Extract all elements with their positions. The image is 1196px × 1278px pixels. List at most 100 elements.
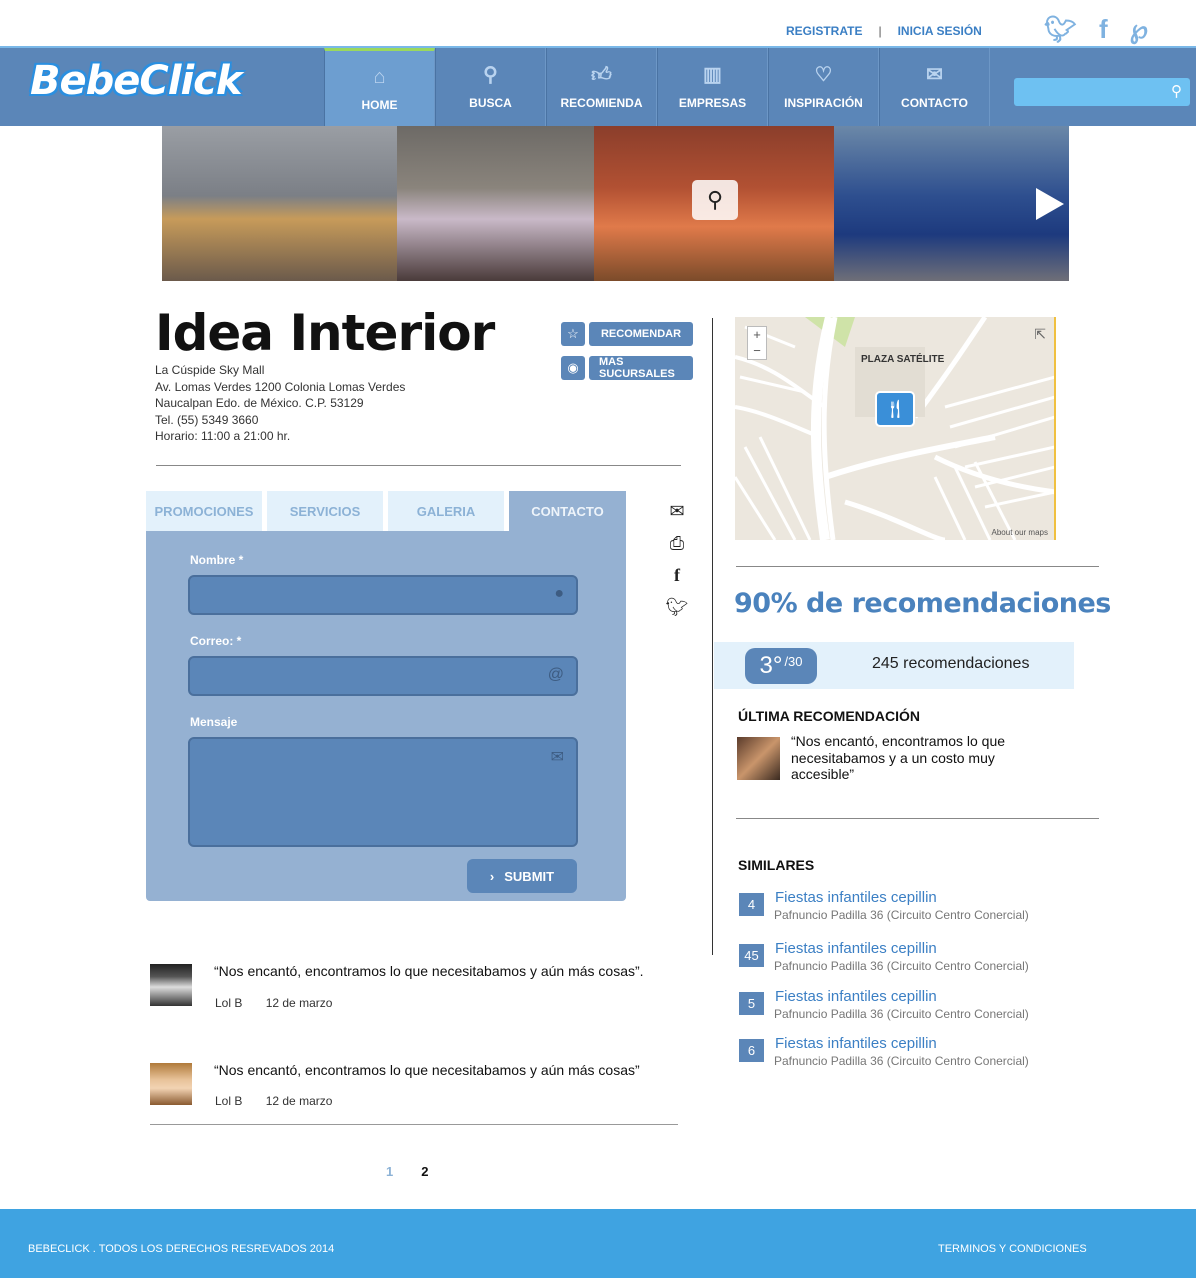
print-icon[interactable]: ⎙ [670,532,684,554]
nav-menu: ⌂ HOME ⚲ BUSCA 👍︎ RECOMIENDA ▥ EMPRESAS … [324,48,990,126]
facebook-icon[interactable]: f [1099,14,1108,45]
store-icon: ▥ [703,64,722,86]
review-meta: Lol B 12 de marzo [215,996,332,1010]
similar-address: Pafnuncio Padilla 36 (Circuito Centro Co… [774,1054,1029,1068]
login-link[interactable]: INICIA SESIÓN [898,24,982,38]
location-map[interactable]: + − ⇱ PLAZA SATÉLITE 🍴︎ About our maps [735,317,1056,540]
pagination: 1 2 [386,1164,428,1179]
review-date: 12 de marzo [265,1094,333,1108]
tab-contacto[interactable]: CONTACTO [509,491,626,531]
similares-heading: SIMILARES [738,857,815,873]
branches-button[interactable]: ◉ MAS SUCURSALES [561,356,693,380]
tab-galeria[interactable]: GALERIA [388,491,504,531]
at-icon: @ [547,666,564,683]
zoom-icon[interactable]: ⚲ [692,180,738,220]
nav-item-home[interactable]: ⌂ HOME [324,48,435,126]
recommend-label: RECOMENDAR [589,322,693,346]
search-icon: ⚲ [483,64,498,86]
similar-address: Pafnuncio Padilla 36 (Circuito Centro Co… [774,959,1029,973]
review-date: 12 de marzo [265,996,333,1010]
email-label: Correo: * [190,634,242,648]
nav-item-label: RECOMIENDA [560,96,643,110]
phone: Tel. (55) 5349 3660 [155,412,259,427]
similar-name[interactable]: Fiestas infantiles cepillin [775,988,937,1005]
similar-name[interactable]: Fiestas infantiles cepillin [775,889,937,906]
review-meta: Lol B 12 de marzo [215,1094,332,1108]
copyright: BEBECLICK . TODOS LOS DERECHOS RESREVADO… [28,1243,335,1255]
last-recommendation-heading: ÚLTIMA RECOMENDACIÓN [738,708,920,724]
submit-label: SUBMIT [504,868,555,884]
name-field[interactable]: ● [188,575,578,615]
heart-icon: ♡ [814,64,833,86]
restaurant-pin-icon[interactable]: 🍴︎ [875,391,915,427]
user-icon: ● [554,585,564,602]
page-link[interactable]: 2 [421,1164,428,1179]
review-quote: “Nos encantó, encontramos lo que necesit… [214,1062,640,1078]
branches-label: MAS SUCURSALES [589,356,693,380]
nav-item-inspiracion[interactable]: ♡ INSPIRACIÓN [768,48,879,126]
address-line: La Cúspide Sky Mall [155,363,265,377]
similar-name[interactable]: Fiestas infantiles cepillin [775,940,937,957]
thumbs-up-icon: 👍︎ [591,64,612,86]
message-field[interactable]: ✉ [188,737,578,847]
similar-name[interactable]: Fiestas infantiles cepillin [775,1035,937,1052]
search-icon[interactable]: ⚲ [1171,82,1182,100]
avatar [150,1063,192,1105]
footer: BEBECLICK . TODOS LOS DERECHOS RESREVADO… [0,1209,1196,1278]
tabs: PROMOCIONES SERVICIOS GALERIA CONTACTO [146,491,626,531]
tab-promociones[interactable]: PROMOCIONES [146,491,262,531]
next-arrow-icon[interactable] [1036,188,1064,220]
rank-bar: 3° /30 245 recomendaciones [714,642,1074,689]
nav-item-label: INSPIRACIÓN [784,96,863,110]
top-links: REGISTRATE | INICIA SESIÓN [786,24,982,38]
nav-item-label: CONTACTO [901,96,968,110]
facebook-icon[interactable]: f [674,564,680,586]
eye-icon: ◉ [561,356,585,380]
map-about-link[interactable]: About our maps [992,528,1048,537]
nav-item-recomienda[interactable]: 👍︎ RECOMIENDA [546,48,657,126]
terms-link[interactable]: TERMINOS Y CONDICIONES [938,1243,1087,1255]
nav-item-busca[interactable]: ⚲ BUSCA [435,48,546,126]
recommendation-percent: 90% de recomendaciones [734,588,1111,619]
expand-icon[interactable]: ⇱ [1034,326,1046,343]
divider [736,566,1099,567]
register-link[interactable]: REGISTRATE [786,24,862,38]
contact-form: Nombre * ● Correo: * @ Mensaje ✉ › SUBMI… [146,531,626,901]
review-author: Lol B [215,1094,243,1108]
name-label: Nombre * [190,553,244,567]
twitter-icon[interactable]: 🐦︎ [666,596,689,618]
page-link[interactable]: 1 [386,1164,393,1179]
map-zoom-controls[interactable]: + − [747,326,767,360]
logo[interactable]: BebeClick [30,58,242,104]
submit-button[interactable]: › SUBMIT [467,859,577,893]
recommendation-count: 245 recomendaciones [872,655,1030,672]
email-icon[interactable]: ✉ [669,500,684,522]
search-input[interactable]: ⚲ [1014,78,1190,106]
main-navbar: BebeClick ⌂ HOME ⚲ BUSCA 👍︎ RECOMIENDA ▥… [0,46,1196,126]
tab-servicios[interactable]: SERVICIOS [267,491,383,531]
map-streets [735,317,1054,540]
avatar [150,964,192,1006]
rank-value: 3° [759,652,783,679]
nav-item-label: EMPRESAS [678,96,747,110]
review-author: Lol B [215,996,243,1010]
nav-item-contacto[interactable]: ✉ CONTACTO [879,48,990,126]
divider [156,465,681,466]
twitter-icon[interactable]: 🐦︎ [1044,14,1077,45]
home-icon: ⌂ [373,65,386,88]
business-name: Idea Interior [155,304,495,362]
banner-photo [162,126,397,281]
banner-photo [397,126,594,281]
pinterest-icon[interactable]: ℘ [1130,14,1148,45]
email-field[interactable]: @ [188,656,578,696]
similar-rank: 6 [739,1039,764,1062]
address-line: Naucalpan Edo. de México. C.P. 53129 [155,396,364,410]
mail-icon: ✉ [926,64,943,86]
nav-item-empresas[interactable]: ▥ EMPRESAS [657,48,768,126]
nav-item-label: HOME [361,97,398,112]
business-info: La Cúspide Sky Mall Av. Lomas Verdes 120… [155,362,405,445]
divider [150,1124,678,1125]
share-icons: ✉ ⎙ f 🐦︎ [664,500,690,618]
last-recommendation-quote: “Nos encantó, encontramos lo que necesit… [791,733,1006,782]
recommend-button[interactable]: ☆ RECOMENDAR [561,322,693,346]
